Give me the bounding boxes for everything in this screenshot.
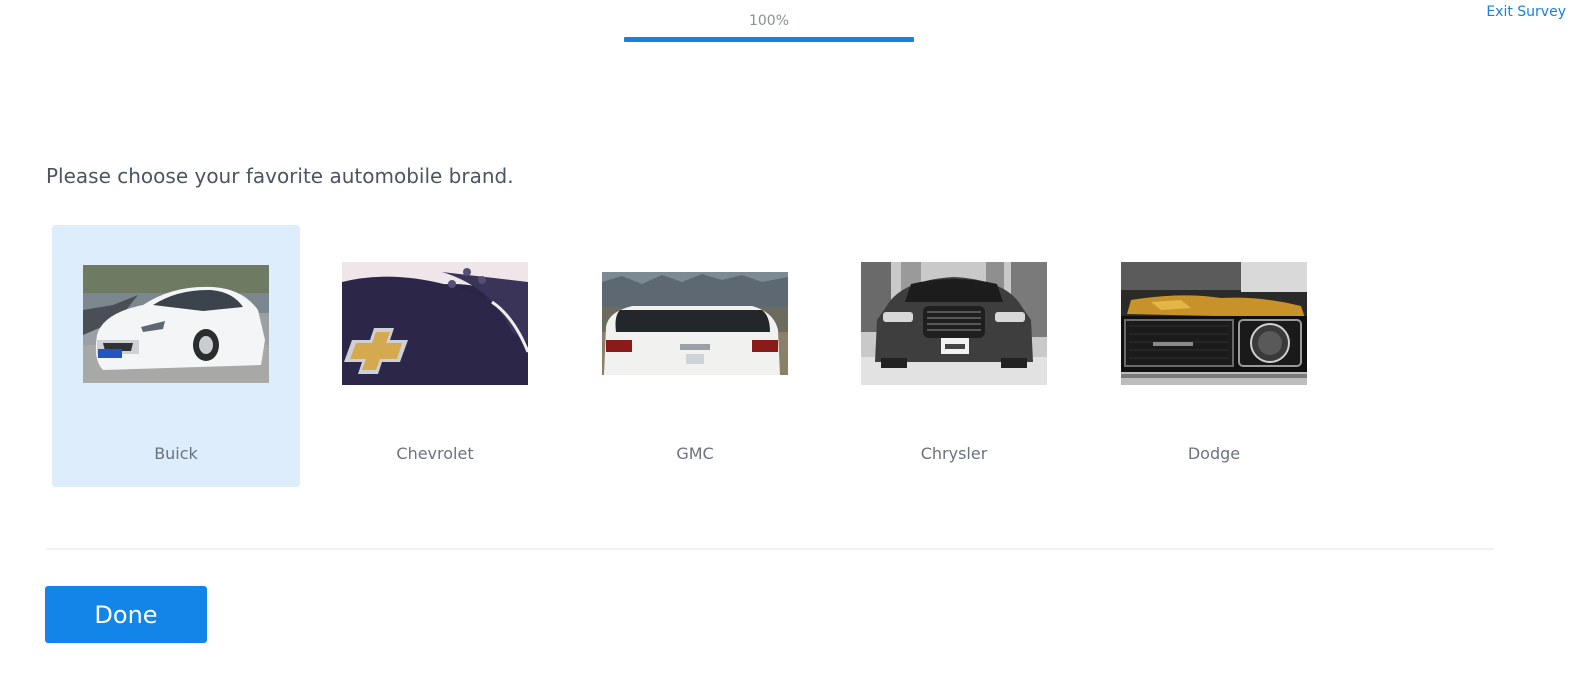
choice-chevrolet[interactable]: Chevrolet xyxy=(311,225,559,487)
dodge-car-image xyxy=(1121,262,1307,385)
survey-page: 100% Exit Survey Please choose your favo… xyxy=(0,0,1585,681)
progress-bar xyxy=(624,37,914,42)
choice-gmc[interactable]: GMC xyxy=(571,225,819,487)
question-text: Please choose your favorite automobile b… xyxy=(46,164,514,188)
chrysler-car-image xyxy=(861,262,1047,385)
gmc-suv-image xyxy=(602,272,788,375)
choice-dodge[interactable]: Dodge xyxy=(1090,225,1338,487)
section-divider xyxy=(46,548,1494,550)
choice-label: Chrysler xyxy=(920,444,988,463)
progress-bar-fill xyxy=(624,37,914,42)
choice-label: Chevrolet xyxy=(396,444,474,463)
buick-car-image xyxy=(83,265,269,383)
choice-buick[interactable]: Buick xyxy=(52,225,300,487)
choice-chrysler[interactable]: Chrysler xyxy=(830,225,1078,487)
choice-label: Dodge xyxy=(1187,444,1241,463)
done-button[interactable]: Done xyxy=(45,586,207,643)
progress-percent: 100% xyxy=(748,13,790,29)
progress-indicator: 100% xyxy=(624,10,914,42)
exit-survey-link[interactable]: Exit Survey xyxy=(1486,4,1566,20)
choice-label: GMC xyxy=(676,444,714,463)
choice-label: Buick xyxy=(154,444,198,463)
chevrolet-logo-image xyxy=(342,262,528,385)
